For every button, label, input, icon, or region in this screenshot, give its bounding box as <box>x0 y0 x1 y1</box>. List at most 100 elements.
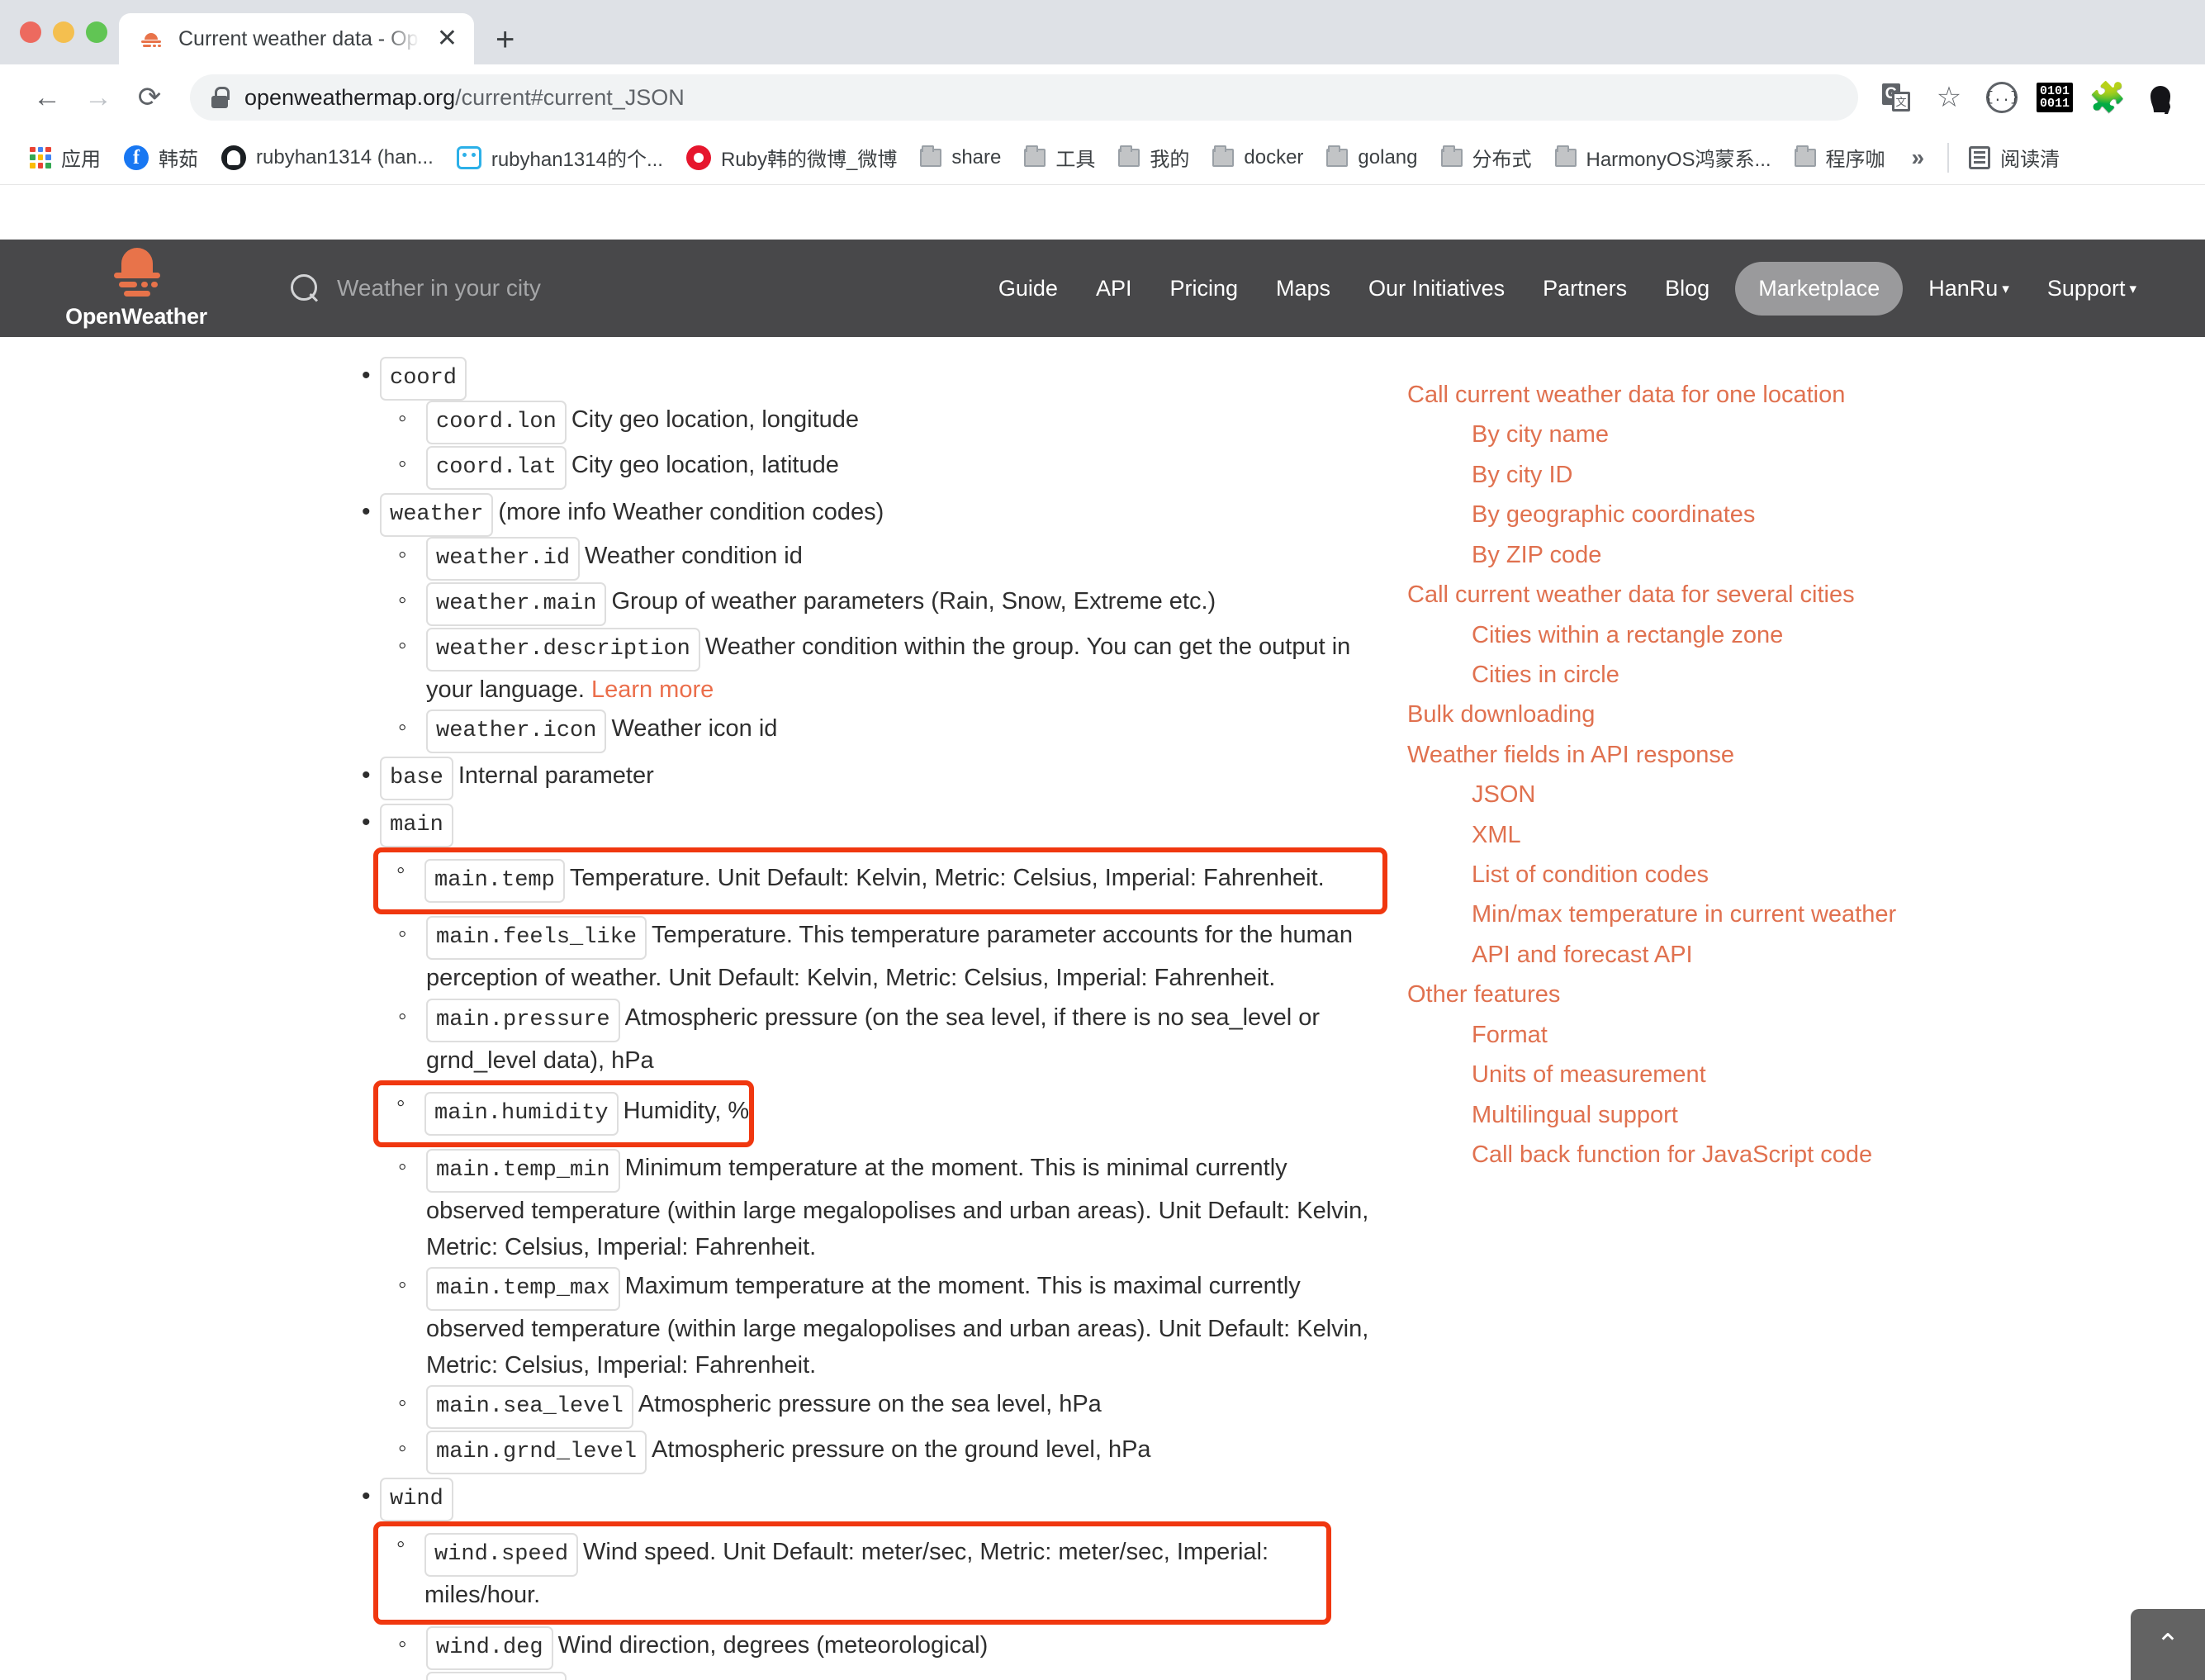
page-content: coord coord.lonCity geo location, longit… <box>0 337 2205 1680</box>
field-code: wind <box>380 1478 453 1522</box>
nav-marketplace[interactable]: Marketplace <box>1735 261 1904 316</box>
field-code: main.temp_min <box>426 1148 620 1193</box>
address-bar[interactable]: openweathermap.org/current#current_JSON <box>190 74 1858 121</box>
translate-icon[interactable]: G文 <box>1873 74 1919 121</box>
scroll-to-top-button[interactable]: ⌃ <box>2131 1609 2205 1680</box>
nav-support[interactable]: Support ▾ <box>2028 276 2155 301</box>
bookmark-folder-distributed[interactable]: 分布式 <box>1430 138 1544 177</box>
close-window-button[interactable] <box>20 21 41 43</box>
field-desc: Temperature. Unit Default: Kelvin, Metri… <box>569 865 1325 892</box>
toc-link-cities-in-circle[interactable]: Cities in circle <box>1407 655 2205 695</box>
field-code: weather <box>380 493 494 538</box>
field-weather-description: weather.descriptionWeather condition wit… <box>380 628 1387 708</box>
profile-avatar-icon[interactable] <box>2137 74 2184 121</box>
toc-link-api-forecast-api[interactable]: API and forecast API <box>1407 935 2205 975</box>
openweather-favicon-icon <box>139 26 164 51</box>
field-desc: Weather icon id <box>611 715 778 743</box>
toc-link-one-location[interactable]: Call current weather data for one locati… <box>1407 375 2205 415</box>
page-viewport: OpenWeather Weather in your city Guide A… <box>0 240 2205 1680</box>
chevron-down-icon: ▾ <box>2002 280 2009 297</box>
field-code: weather.description <box>426 628 700 672</box>
minimize-window-button[interactable] <box>53 21 74 43</box>
json-viewer-icon[interactable]: {..} <box>1979 74 2025 121</box>
forward-icon[interactable]: → <box>73 72 124 123</box>
city-search-input[interactable]: Weather in your city <box>291 274 819 302</box>
field-desc: Atmospheric pressure on the sea level, h… <box>638 1391 1102 1418</box>
folder-icon <box>1212 145 1235 167</box>
bookmark-folder-golang[interactable]: golang <box>1315 141 1429 174</box>
bookmark-label: 韩茹 <box>159 149 198 171</box>
bookmark-label: 分布式 <box>1472 149 1532 171</box>
bookmarks-divider <box>1947 142 1950 173</box>
browser-toolbar: ← → ⟳ openweathermap.org/current#current… <box>0 64 2205 131</box>
site-nav: Guide API Pricing Maps Our Initiatives P… <box>979 261 2205 316</box>
browser-tab[interactable]: Current weather data - OpenW ✕ <box>119 13 474 64</box>
folder-icon <box>1118 145 1140 167</box>
toc-link-bulk-downloading[interactable]: Bulk downloading <box>1407 695 2205 734</box>
back-icon[interactable]: ← <box>21 72 73 123</box>
extensions-puzzle-icon[interactable]: 🧩 <box>2084 74 2131 121</box>
toc-link-by-city-id[interactable]: By city ID <box>1407 455 2205 495</box>
field-code: weather.main <box>426 582 607 627</box>
openweather-logo[interactable]: OpenWeather <box>58 247 215 330</box>
folder-icon <box>1326 145 1349 167</box>
toc-link-cities-rectangle-zone[interactable]: Cities within a rectangle zone <box>1407 615 2205 655</box>
bookmark-folder-tools[interactable]: 工具 <box>1012 138 1107 177</box>
field-coord-lon: coord.lonCity geo location, longitude <box>380 401 1387 445</box>
bookmark-folder-harmonyos[interactable]: HarmonyOS鸿蒙系... <box>1544 138 1783 177</box>
nav-our-initiatives[interactable]: Our Initiatives <box>1349 276 1524 301</box>
new-tab-button[interactable]: + <box>496 23 514 56</box>
nav-api[interactable]: API <box>1077 276 1151 301</box>
bookmark-folder-mine[interactable]: 我的 <box>1107 138 1201 177</box>
reading-list-icon <box>1969 145 1991 169</box>
toc-link-multilingual-support[interactable]: Multilingual support <box>1407 1095 2205 1135</box>
nav-blog[interactable]: Blog <box>1646 276 1728 301</box>
toc-link-condition-codes[interactable]: List of condition codes <box>1407 855 2205 895</box>
toc-link-by-geographic-coordinates[interactable]: By geographic coordinates <box>1407 495 2205 534</box>
bookmark-label: HarmonyOS鸿蒙系... <box>1586 149 1771 171</box>
bookmark-star-icon[interactable]: ☆ <box>1926 74 1972 121</box>
bookmarks-overflow-icon[interactable]: » <box>1897 145 1940 171</box>
toc-link-units-of-measurement[interactable]: Units of measurement <box>1407 1055 2205 1094</box>
bookmark-apps[interactable]: 应用 <box>18 138 112 177</box>
toc-link-by-city-name[interactable]: By city name <box>1407 415 2205 454</box>
bookmark-folder-chengxuka[interactable]: 程序咖 <box>1783 138 1897 177</box>
toc-link-weather-fields[interactable]: Weather fields in API response <box>1407 735 2205 775</box>
nav-pricing[interactable]: Pricing <box>1150 276 1257 301</box>
field-desc: (more info Weather condition codes) <box>498 499 884 526</box>
field-code: weather.id <box>426 537 581 581</box>
maximize-window-button[interactable] <box>86 21 107 43</box>
binary-icon[interactable]: 0101 0011 <box>2032 74 2078 121</box>
bookmark-weibo[interactable]: Ruby韩的微博_微博 <box>675 138 908 177</box>
bookmark-folder-docker[interactable]: docker <box>1201 141 1315 174</box>
window-traffic-lights <box>15 0 119 64</box>
bookmark-github[interactable]: rubyhan1314 (han... <box>210 140 445 175</box>
toc-link-min-max-temperature[interactable]: Min/max temperature in current weather <box>1407 895 2205 934</box>
toc-link-several-cities[interactable]: Call current weather data for several ci… <box>1407 575 2205 615</box>
reading-list-button[interactable]: 阅读清 <box>1957 138 2071 177</box>
reload-icon[interactable]: ⟳ <box>124 72 175 123</box>
field-desc: City geo location, latitude <box>571 452 839 479</box>
nav-account-hanru[interactable]: HanRu ▾ <box>1909 276 2028 301</box>
nav-partners[interactable]: Partners <box>1524 276 1646 301</box>
nav-guide[interactable]: Guide <box>979 276 1077 301</box>
bookmark-folder-share[interactable]: share <box>908 141 1012 174</box>
learn-more-link[interactable]: Learn more <box>591 676 714 703</box>
toc-link-xml[interactable]: XML <box>1407 815 2205 855</box>
toc-link-by-zip-code[interactable]: By ZIP code <box>1407 535 2205 575</box>
bookmark-hanru[interactable]: f 韩茹 <box>112 138 210 177</box>
toc-link-format[interactable]: Format <box>1407 1015 2205 1055</box>
close-tab-icon[interactable]: ✕ <box>437 26 458 51</box>
toc-link-callback-javascript[interactable]: Call back function for JavaScript code <box>1407 1135 2205 1175</box>
field-coord-lat: coord.latCity geo location, latitude <box>380 446 1387 491</box>
field-code: main <box>380 804 453 848</box>
nav-maps[interactable]: Maps <box>1257 276 1349 301</box>
bookmark-bilibili[interactable]: rubyhan1314的个... <box>445 138 675 177</box>
search-icon <box>291 274 319 302</box>
field-weather-id: weather.idWeather condition id <box>380 537 1387 581</box>
field-code: coord.lat <box>426 446 567 491</box>
site-header: OpenWeather Weather in your city Guide A… <box>0 240 2205 337</box>
toc-link-other-features[interactable]: Other features <box>1407 975 2205 1014</box>
toc-link-json[interactable]: JSON <box>1407 775 2205 814</box>
bookmark-label: Ruby韩的微博_微博 <box>720 149 898 171</box>
